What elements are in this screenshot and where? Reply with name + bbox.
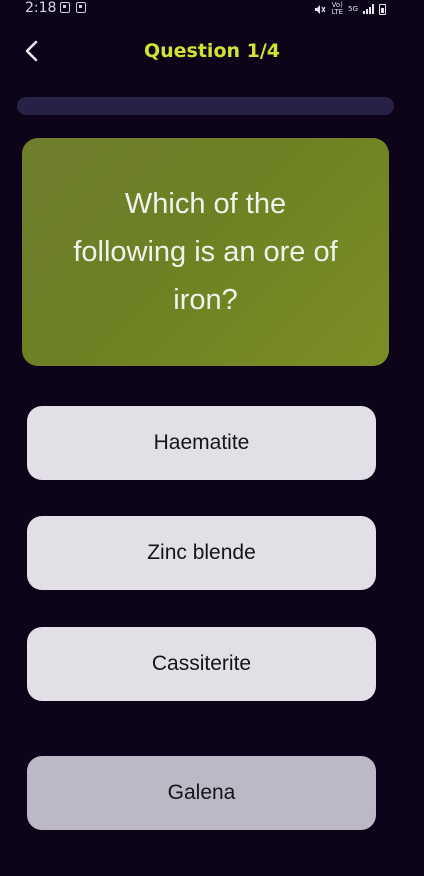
answer-option-galena[interactable]: Galena: [27, 756, 376, 830]
question-text: Which of the following is an ore of iron…: [73, 188, 338, 316]
status-bar: 2:18 Vo) LTE 5G: [0, 0, 424, 20]
screen-record-icon: [76, 2, 86, 13]
status-notification-icons: [60, 2, 86, 13]
network-type-label: 5G: [348, 4, 358, 13]
answer-option-haematite[interactable]: Haematite: [27, 406, 376, 480]
mute-icon: [314, 4, 326, 15]
answer-option-zinc-blende[interactable]: Zinc blende: [27, 516, 376, 590]
status-time: 2:18: [25, 0, 57, 16]
volte-icon: Vo) LTE: [331, 2, 343, 16]
question-counter-title: Question 1/4: [143, 40, 281, 62]
question-card: Which of the following is an ore of iron…: [22, 138, 389, 366]
screenshot-icon: [60, 2, 70, 13]
answer-option-cassiterite[interactable]: Cassiterite: [27, 627, 376, 701]
quiz-screen: 2:18 Vo) LTE 5G Question 1/4 Which of th…: [0, 0, 424, 876]
battery-icon: [379, 3, 386, 15]
status-system-icons: Vo) LTE 5G: [314, 2, 386, 16]
signal-icon: [363, 4, 374, 14]
lte-label: LTE: [331, 8, 344, 16]
progress-bar: [17, 97, 394, 115]
network-type-icon: 5G: [348, 4, 358, 13]
